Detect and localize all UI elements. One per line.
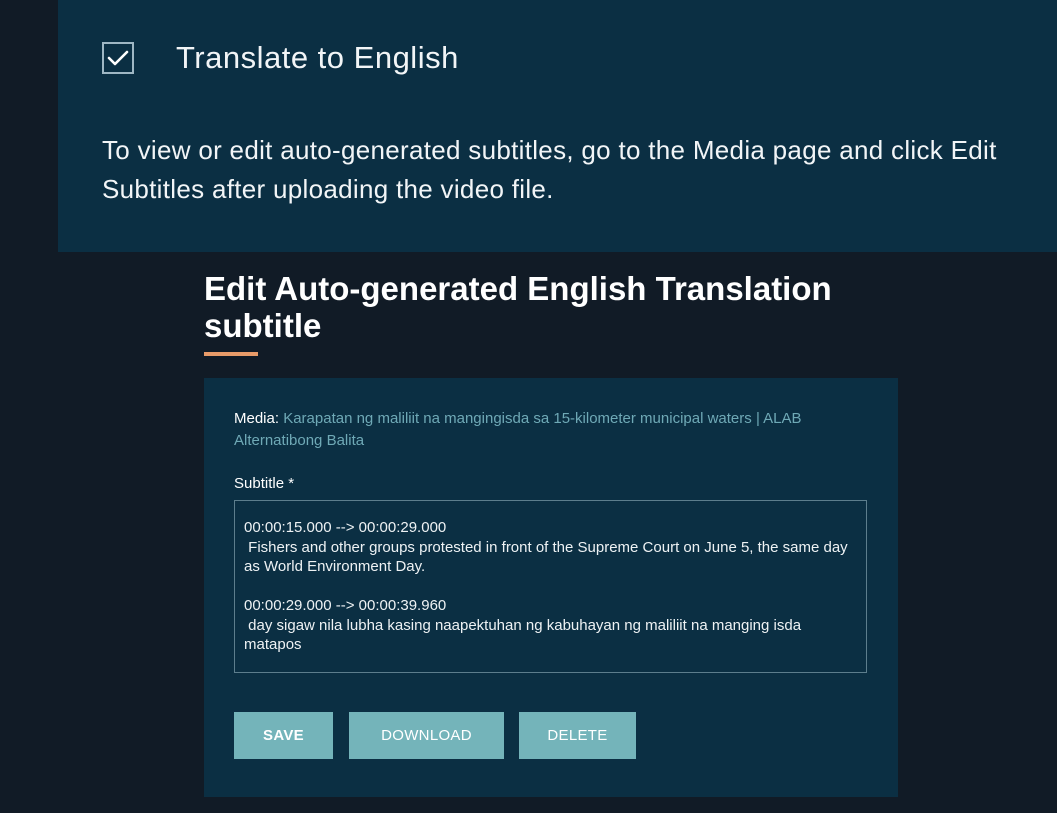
subtitle-edit-form: Media: Karapatan ng maliliit na mangingi… xyxy=(204,378,898,797)
section-title: Edit Auto-generated English Translation … xyxy=(204,270,832,344)
media-title-link[interactable]: Karapatan ng maliliit na mangingisda sa … xyxy=(234,410,802,449)
subtitle-textarea[interactable]: 00:00:15.000 --> 00:00:29.000 Fishers an… xyxy=(234,500,867,673)
media-label: Media: xyxy=(234,410,280,427)
translate-checkbox[interactable] xyxy=(102,42,134,74)
title-underline xyxy=(204,352,258,356)
download-button[interactable]: DOWNLOAD xyxy=(349,712,504,759)
checkmark-icon xyxy=(107,50,129,66)
translate-panel: Translate to English To view or edit aut… xyxy=(58,0,1057,252)
subtitle-label: Subtitle * xyxy=(234,475,295,492)
translate-checkbox-row[interactable]: Translate to English xyxy=(102,40,459,76)
subtitle-help-text: To view or edit auto-generated subtitles… xyxy=(102,135,997,204)
delete-button[interactable]: DELETE xyxy=(519,712,636,759)
media-line: Media: Karapatan ng maliliit na mangingi… xyxy=(234,408,874,452)
translate-checkbox-label[interactable]: Translate to English xyxy=(176,40,459,76)
save-button[interactable]: SAVE xyxy=(234,712,333,759)
